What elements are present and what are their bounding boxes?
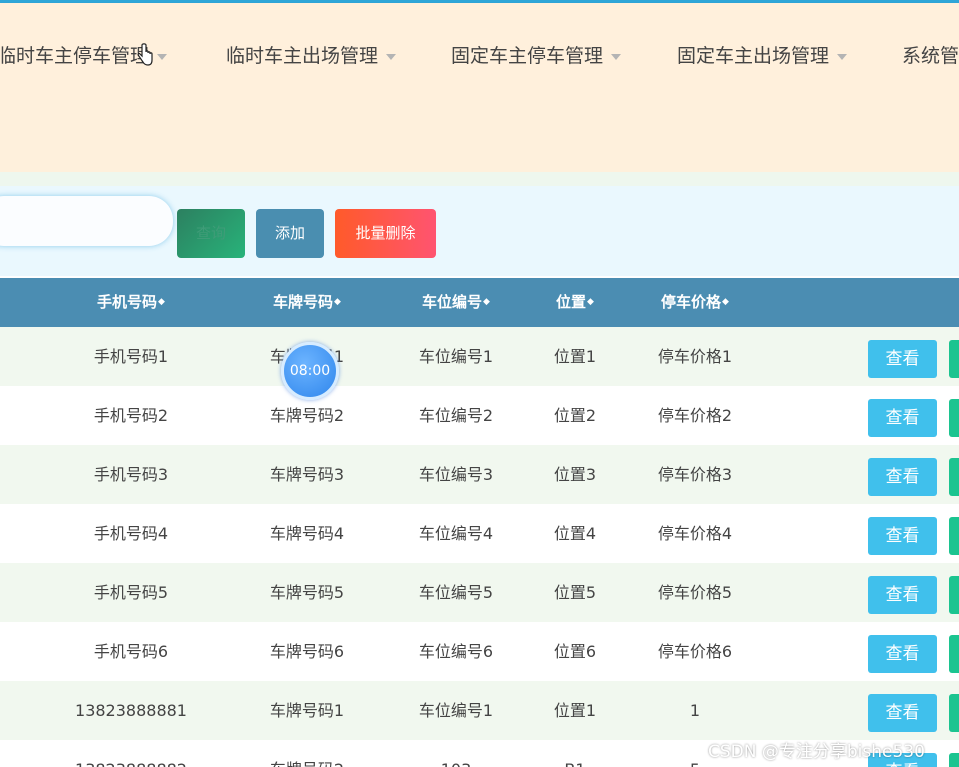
table-row: 手机号码4 车牌号码4 车位编号4 位置4 停车价格4 查看 <box>0 504 959 563</box>
caret-down-icon <box>157 53 168 60</box>
cell-phone: 13823888882 <box>75 740 187 767</box>
cell-spot: 103 <box>441 740 472 767</box>
batch-delete-button[interactable]: 批量删除 <box>335 209 436 258</box>
query-button[interactable]: 查询 <box>177 209 245 258</box>
sort-icon: ◆ <box>587 297 594 307</box>
cell-phone: 手机号码2 <box>93 406 169 425</box>
caret-down-icon <box>611 53 622 60</box>
cell-phone: 手机号码4 <box>93 524 169 543</box>
cell-plate: 车牌号码1 <box>269 701 345 720</box>
sort-icon: ◆ <box>158 297 165 307</box>
cell-phone: 13823888881 <box>75 701 187 720</box>
top-nav: 临时车主停车管理 临时车主出场管理 固定车主停车管理 固定车主出场管理 系统管 <box>0 3 959 100</box>
nav-item-fixed-parking[interactable]: 固定车主停车管理 <box>451 41 622 68</box>
divider <box>0 172 959 186</box>
cell-price: 停车价格3 <box>657 465 733 484</box>
cell-price: 停车价格6 <box>657 642 733 661</box>
timer-badge[interactable]: 08:00 <box>281 342 339 400</box>
nav-item-system[interactable]: 系统管 <box>902 41 959 68</box>
watermark: CSDN @专注分享bishe530 <box>708 742 925 762</box>
add-button[interactable]: 添加 <box>256 209 324 258</box>
nav-item-label: 临时车主停车管理 <box>0 45 150 67</box>
cell-phone: 手机号码5 <box>93 583 169 602</box>
nav-item-label: 固定车主出场管理 <box>677 45 830 67</box>
cell-spot: 车位编号5 <box>418 583 494 602</box>
view-button[interactable]: 查看 <box>868 635 937 673</box>
cell-spot: 车位编号1 <box>418 701 494 720</box>
cell-plate: 车牌号码5 <box>269 583 345 602</box>
table-body: 手机号码1 车牌号码1 车位编号1 位置1 停车价格1 查看 手机号码2 车牌号… <box>0 327 959 767</box>
cell-plate: 车牌号码2 <box>270 740 344 767</box>
table-row: 手机号码5 车牌号码5 车位编号5 位置5 停车价格5 查看 <box>0 563 959 622</box>
table-row: 手机号码1 车牌号码1 车位编号1 位置1 停车价格1 查看 <box>0 327 959 386</box>
edit-button[interactable] <box>949 635 959 673</box>
edit-button[interactable] <box>949 694 959 732</box>
cell-location: 位置5 <box>553 583 597 602</box>
cell-spot: 车位编号6 <box>418 642 494 661</box>
column-header-spot[interactable]: 车位编号◆ <box>422 278 490 327</box>
breadcrumb-band <box>0 100 959 172</box>
cell-price: 停车价格2 <box>657 406 733 425</box>
edit-button[interactable] <box>949 399 959 437</box>
cell-location: 位置3 <box>553 465 597 484</box>
cell-spot: 车位编号1 <box>418 347 494 366</box>
sort-icon: ◆ <box>483 297 490 307</box>
column-header-phone[interactable]: 手机号码◆ <box>97 278 165 327</box>
cell-price: 停车价格5 <box>657 583 733 602</box>
cell-plate: 车牌号码6 <box>269 642 345 661</box>
table-header: 手机号码◆ 车牌号码◆ 车位编号◆ 位置◆ 停车价格◆ <box>0 278 959 327</box>
cell-location: 位置1 <box>553 347 597 366</box>
nav-item-label: 固定车主停车管理 <box>451 45 604 67</box>
view-button[interactable]: 查看 <box>868 340 937 378</box>
edit-button[interactable] <box>949 517 959 555</box>
view-button[interactable]: 查看 <box>868 576 937 614</box>
search-bar: 查询 添加 批量删除 <box>0 186 959 276</box>
cell-location: 位置6 <box>553 642 597 661</box>
view-button[interactable]: 查看 <box>868 458 937 496</box>
cell-plate: 车牌号码3 <box>269 465 345 484</box>
view-button[interactable]: 查看 <box>868 694 937 732</box>
cell-location: 位置2 <box>553 406 597 425</box>
nav-item-fixed-exit[interactable]: 固定车主出场管理 <box>677 41 848 68</box>
cell-price: 5 <box>690 740 700 767</box>
caret-down-icon <box>386 53 397 60</box>
sort-icon: ◆ <box>334 297 341 307</box>
table-row: 手机号码3 车牌号码3 车位编号3 位置3 停车价格3 查看 <box>0 445 959 504</box>
cell-price: 停车价格1 <box>657 347 733 366</box>
column-header-plate[interactable]: 车牌号码◆ <box>273 278 341 327</box>
table-row: 13823888881 车牌号码1 车位编号1 位置1 1 查看 <box>0 681 959 740</box>
nav-item-temp-exit[interactable]: 临时车主出场管理 <box>226 41 397 68</box>
edit-button[interactable] <box>949 753 959 767</box>
cell-spot: 车位编号2 <box>418 406 494 425</box>
table-row: 手机号码6 车牌号码6 车位编号6 位置6 停车价格6 查看 <box>0 622 959 681</box>
hand-cursor-icon <box>137 43 153 66</box>
cell-location: 位置4 <box>553 524 597 543</box>
cell-price: 1 <box>689 701 701 720</box>
caret-down-icon <box>837 53 848 60</box>
nav-item-label: 临时车主出场管理 <box>226 45 379 67</box>
column-header-location[interactable]: 位置◆ <box>556 278 594 327</box>
cell-spot: 车位编号3 <box>418 465 494 484</box>
edit-button[interactable] <box>949 340 959 378</box>
cell-phone: 手机号码6 <box>93 642 169 661</box>
cell-price: 停车价格4 <box>657 524 733 543</box>
sort-icon: ◆ <box>722 297 729 307</box>
column-header-price[interactable]: 停车价格◆ <box>661 278 729 327</box>
cell-spot: 车位编号4 <box>418 524 494 543</box>
search-input[interactable] <box>0 196 173 246</box>
nav-item-label: 系统管 <box>902 45 959 67</box>
edit-button[interactable] <box>949 458 959 496</box>
cell-plate: 车牌号码4 <box>269 524 345 543</box>
cell-location: 位置1 <box>553 701 597 720</box>
cell-phone: 手机号码1 <box>93 347 169 366</box>
view-button[interactable]: 查看 <box>868 399 937 437</box>
cell-location: B1 <box>564 740 585 767</box>
table-row: 手机号码2 车牌号码2 车位编号2 位置2 停车价格2 查看 <box>0 386 959 445</box>
edit-button[interactable] <box>949 576 959 614</box>
cell-phone: 手机号码3 <box>93 465 169 484</box>
view-button[interactable]: 查看 <box>868 517 937 555</box>
